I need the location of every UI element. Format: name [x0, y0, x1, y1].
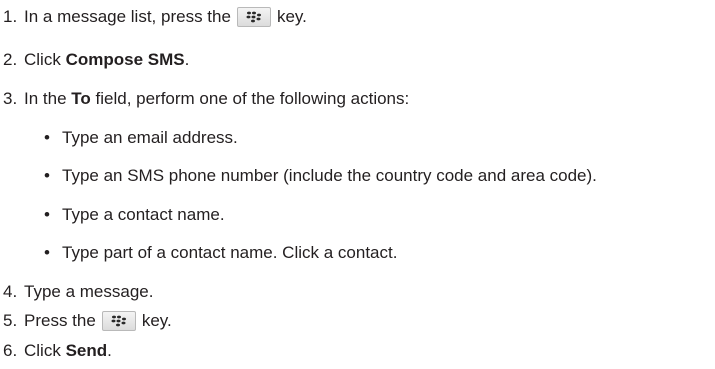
step-text: In the To field, perform one of the foll… [24, 89, 410, 108]
bullet-text: Type an email address. [62, 128, 238, 147]
step-text: Click Send. [24, 341, 112, 360]
step-number: 1. [3, 7, 18, 26]
step-text: Click Compose SMS. [24, 50, 190, 69]
bullet-dot: • [44, 243, 50, 262]
bullet-dot: • [44, 128, 50, 147]
step-number: 4. [3, 282, 18, 301]
step-number: 3. [3, 89, 18, 108]
step-number: 5. [3, 311, 18, 330]
ui-label: Send [65, 341, 108, 360]
step-text: Type a message. [24, 282, 154, 301]
step-text: In a message list, press the key. [24, 6, 307, 27]
blackberry-menu-key-icon [236, 6, 271, 27]
bullet-dot: • [44, 166, 50, 185]
step-number: 2. [3, 50, 18, 69]
ui-label: To [71, 89, 91, 108]
ui-label: Compose SMS [65, 50, 185, 69]
step-text: Press the key. [24, 310, 172, 331]
bullet-text: Type an SMS phone number (include the co… [62, 166, 597, 185]
bullet-text: Type a contact name. [62, 205, 225, 224]
bullet-text: Type part of a contact name. Click a con… [62, 243, 398, 262]
step-number: 6. [3, 341, 18, 360]
blackberry-menu-key-icon [101, 310, 136, 331]
bullet-dot: • [44, 205, 50, 224]
